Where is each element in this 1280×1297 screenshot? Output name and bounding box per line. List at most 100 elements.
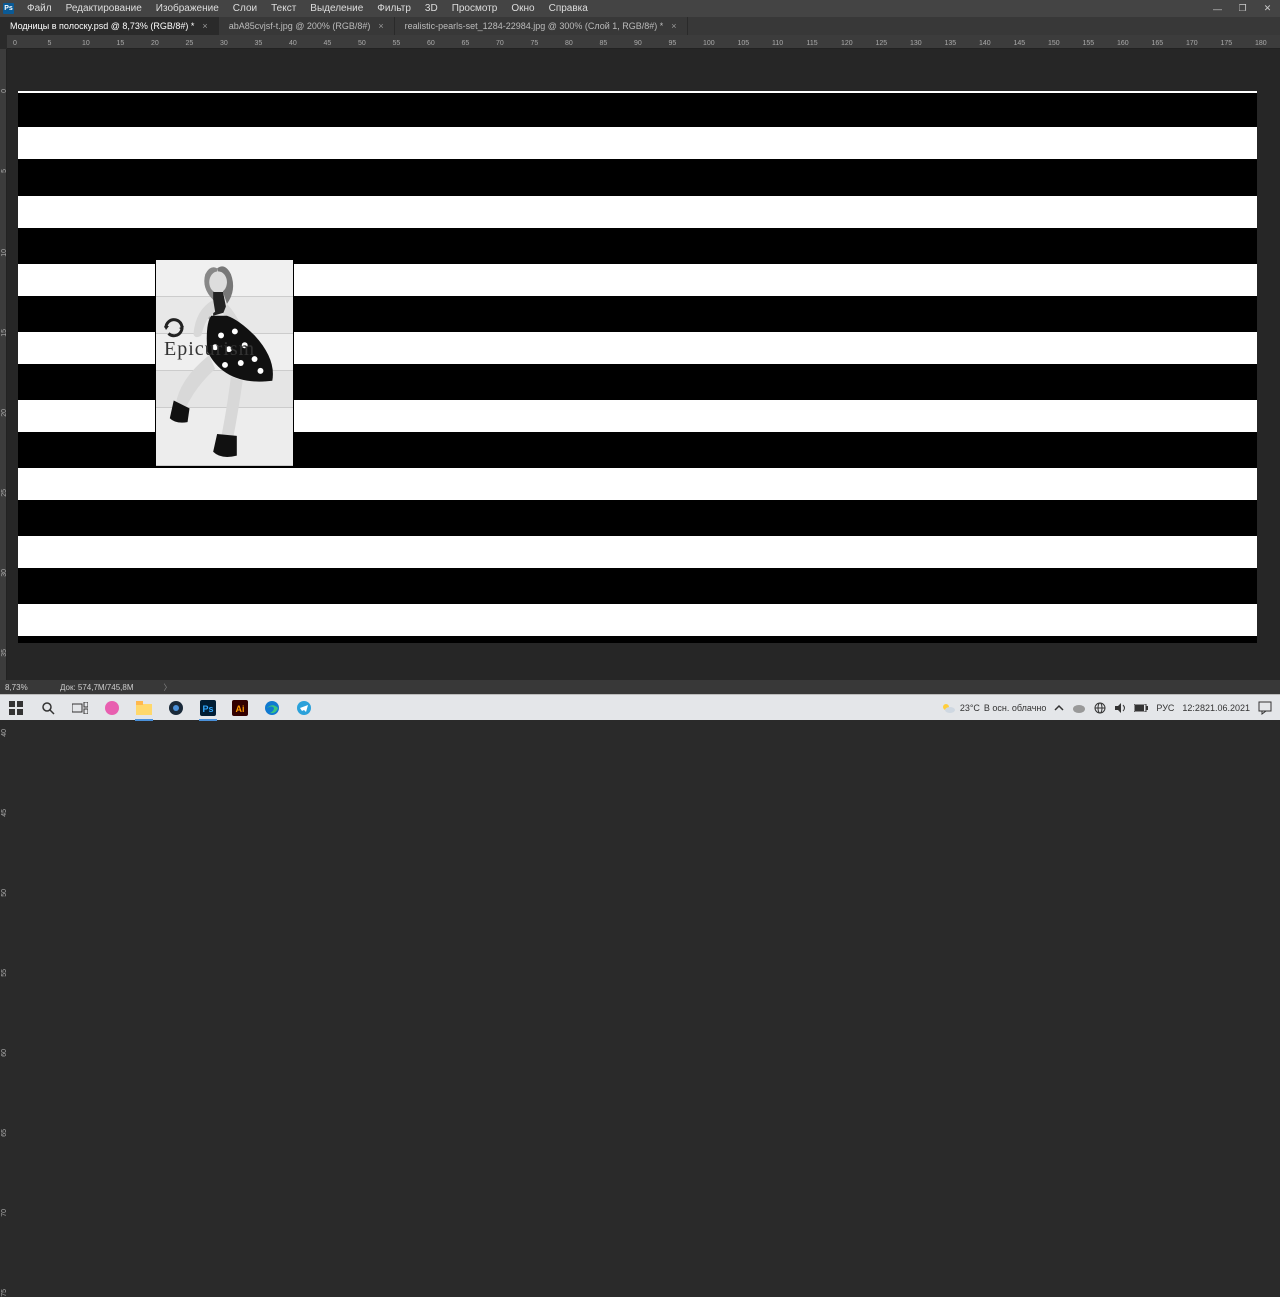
onedrive-icon[interactable] [1072,703,1086,713]
stripe [18,196,1257,228]
ruler-tick: 80 [565,40,573,47]
ruler-tick: 40 [289,40,297,47]
canvas-area[interactable]: Epicurism [7,49,1280,680]
ruler-tick: 120 [841,40,853,47]
ruler-tick: 70 [496,40,504,47]
notifications-icon[interactable] [1258,701,1272,715]
telegram-icon[interactable] [291,695,317,721]
ruler-tick: 25 [186,40,194,47]
stripe [18,127,1257,159]
ruler-tick: 130 [910,40,922,47]
ruler-tick: 50 [1,889,8,897]
ruler-tick: 150 [1048,40,1060,47]
ruler-tick: 60 [427,40,435,47]
ruler-tick: 90 [634,40,642,47]
menu-image[interactable]: Изображение [149,3,226,14]
sound-icon[interactable] [1114,702,1126,714]
ruler-tick: 45 [324,40,332,47]
status-arrow-icon[interactable]: 〉 [164,682,172,693]
ruler-tick: 145 [1014,40,1026,47]
weather-widget[interactable]: 23°C В осн. облачно [940,700,1047,716]
ruler-tick: 155 [1083,40,1095,47]
search-icon[interactable] [35,695,61,721]
windows-taskbar: Ps Ai 23°C В осн. облачно РУС 12:28 21.0… [0,694,1280,720]
edge-icon[interactable] [259,695,285,721]
start-button[interactable] [3,695,29,721]
date: 21.06.2021 [1205,703,1250,713]
app-dark-icon[interactable] [163,695,189,721]
minimize-button[interactable]: — [1205,0,1230,17]
battery-icon[interactable] [1134,704,1148,712]
ruler-tick: 40 [1,729,8,737]
app-generic-icon[interactable] [99,695,125,721]
ruler-tick: 70 [1,1209,8,1217]
tab-label: realistic-pearls-set_1284-22984.jpg @ 30… [405,21,664,31]
menu-edit[interactable]: Редактирование [59,3,149,14]
ruler-horizontal[interactable]: 0510152025303540455055606570758085909510… [7,35,1280,49]
menu-bar: Ps Файл Редактирование Изображение Слои … [0,0,1280,17]
ruler-tick: 160 [1117,40,1129,47]
document-tabs: Модницы в полоску.psd @ 8,73% (RGB/8#) *… [0,17,1280,35]
app-icon: Ps [3,3,14,14]
ruler-tick: 30 [220,40,228,47]
svg-text:Ps: Ps [202,704,213,714]
network-icon[interactable] [1094,702,1106,714]
clock[interactable]: 12:28 21.06.2021 [1182,703,1250,713]
menu-filter[interactable]: Фильтр [370,3,418,14]
ruler-tick: 50 [358,40,366,47]
stripe [18,604,1257,636]
ruler-tick: 60 [1,1049,8,1057]
close-icon[interactable]: × [378,21,383,31]
stripe [18,468,1257,500]
zoom-level[interactable]: 8,73% [0,683,55,692]
system-tray: 23°C В осн. облачно РУС 12:28 21.06.2021 [936,695,1276,721]
close-icon[interactable]: × [671,21,676,31]
ruler-tick: 165 [1152,40,1164,47]
tab-0[interactable]: Модницы в полоску.psd @ 8,73% (RGB/8#) *… [0,17,219,35]
placed-photo[interactable]: Epicurism [155,259,294,467]
language-indicator[interactable]: РУС [1156,703,1174,713]
fashion-figure [156,260,293,466]
ruler-tick: 170 [1186,40,1198,47]
file-explorer-icon[interactable] [131,695,157,721]
menu-select[interactable]: Выделение [303,3,370,14]
illustrator-icon[interactable]: Ai [227,695,253,721]
task-view-icon[interactable] [67,695,93,721]
ruler-vertical[interactable]: 051015202530354045505560657075 [0,49,7,680]
menu-help[interactable]: Справка [542,3,595,14]
ruler-tick: 0 [13,40,17,47]
ruler-tick: 125 [876,40,888,47]
menu-3d[interactable]: 3D [418,3,445,14]
photoshop-icon[interactable]: Ps [195,695,221,721]
menu-view[interactable]: Просмотр [445,3,505,14]
stripe [18,536,1257,568]
menu-layers[interactable]: Слои [226,3,264,14]
ruler-tick: 110 [772,40,783,47]
ruler-tick: 100 [703,40,715,47]
status-bar: 8,73% Док: 574,7M/745,8M 〉 [0,680,1280,694]
maximize-button[interactable]: ❐ [1230,0,1255,17]
tab-2[interactable]: realistic-pearls-set_1284-22984.jpg @ 30… [395,17,688,35]
rotate-icon [162,316,186,340]
ruler-tick: 75 [531,40,539,47]
ruler-tick: 115 [807,40,818,47]
menu-text[interactable]: Текст [264,3,303,14]
document-canvas[interactable]: Epicurism [18,91,1257,643]
ruler-tick: 75 [1,1289,8,1297]
ruler-tick: 5 [48,40,52,47]
menu-window[interactable]: Окно [504,3,541,14]
weather-text: В осн. облачно [984,703,1046,713]
close-icon[interactable]: × [202,21,207,31]
tray-chevron-up-icon[interactable] [1054,703,1064,713]
doc-info[interactable]: Док: 574,7M/745,8M [55,683,134,692]
ruler-tick: 55 [1,969,8,977]
menu-file[interactable]: Файл [20,3,59,14]
ruler-tick: 20 [151,40,159,47]
tab-1[interactable]: abA85cvjsf-t.jpg @ 200% (RGB/8#) × [219,17,395,35]
ruler-tick: 15 [117,40,125,47]
window-controls: — ❐ ✕ [1205,0,1280,17]
tab-label: abA85cvjsf-t.jpg @ 200% (RGB/8#) [229,21,371,31]
ruler-tick: 10 [82,40,90,47]
close-button[interactable]: ✕ [1255,0,1280,17]
weather-icon [940,700,956,716]
